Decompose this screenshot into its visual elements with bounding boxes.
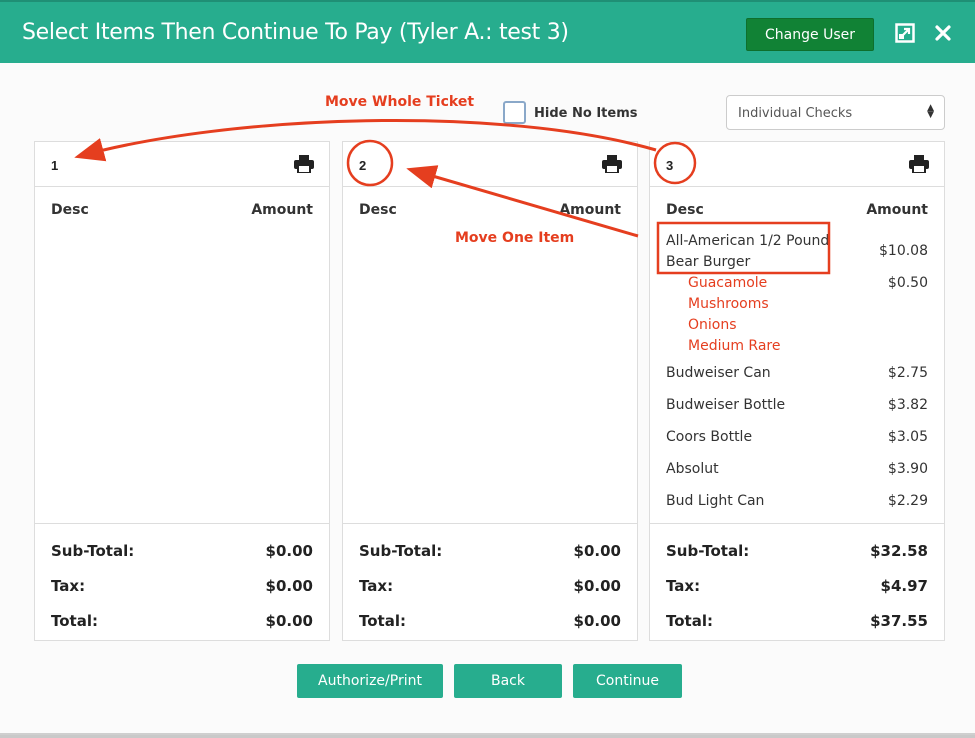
- tax-value: $4.97: [880, 577, 928, 595]
- hide-no-items-checkbox[interactable]: [503, 101, 526, 124]
- item-row[interactable]: Budweiser Bottle $3.82: [666, 397, 928, 413]
- total-value: $0.00: [573, 612, 621, 630]
- modifier-item: Mushrooms: [688, 296, 769, 312]
- move-one-item-annotation: Move One Item: [455, 230, 575, 246]
- desc-column-header: Desc: [359, 202, 397, 218]
- amount-column-header: Amount: [559, 202, 621, 218]
- item-desc: Absolut: [666, 461, 719, 477]
- change-user-button[interactable]: Change User: [746, 18, 874, 51]
- item-amount: $0.50: [887, 275, 928, 291]
- check-number: 3: [666, 158, 674, 173]
- item-desc: Budweiser Bottle: [666, 397, 786, 413]
- item-amount: $10.08: [879, 243, 928, 259]
- total-label: Total:: [51, 612, 98, 630]
- dialog-title: Select Items Then Continue To Pay (Tyler…: [22, 20, 569, 45]
- tax-row: Tax: $0.00: [51, 577, 313, 595]
- select-arrows-icon: ▲ ▼: [927, 103, 934, 120]
- modifier-item: Onions: [688, 317, 737, 333]
- check-number: 1: [51, 158, 59, 173]
- item-amount: $2.75: [887, 365, 928, 381]
- check-header: 2: [343, 142, 637, 187]
- printer-icon[interactable]: [909, 155, 929, 173]
- item-row[interactable]: All-American 1/2 Pound Bear Burger $10.0…: [666, 233, 928, 270]
- tax-label: Tax:: [666, 577, 701, 595]
- desc-column-header: Desc: [51, 202, 89, 218]
- total-row: Total: $0.00: [51, 612, 313, 630]
- amount-column-header: Amount: [866, 202, 928, 218]
- printer-icon[interactable]: [294, 155, 314, 173]
- modifier-item: Guacamole: [688, 275, 768, 291]
- check-header: 3: [650, 142, 944, 187]
- authorize-print-button[interactable]: Authorize/Print: [297, 664, 443, 698]
- back-button[interactable]: Back: [454, 664, 562, 698]
- subtotal-label: Sub-Total:: [359, 542, 443, 560]
- item-amount: $3.90: [887, 461, 928, 477]
- tax-row: Tax: $4.97: [666, 577, 928, 595]
- total-label: Total:: [359, 612, 406, 630]
- tax-row: Tax: $0.00: [359, 577, 621, 595]
- item-desc: Bud Light Can: [666, 493, 765, 509]
- item-row[interactable]: Bud Light Can $2.29: [666, 493, 928, 509]
- subtotal-label: Sub-Total:: [51, 542, 135, 560]
- desc-column-header: Desc: [666, 202, 704, 218]
- move-whole-ticket-annotation: Move Whole Ticket: [325, 94, 475, 110]
- item-row[interactable]: Coors Bottle $3.05: [666, 429, 928, 445]
- dialog-header: Select Items Then Continue To Pay (Tyler…: [0, 0, 975, 63]
- subtotal-value: $0.00: [265, 542, 313, 560]
- subtotal-row: Sub-Total: $0.00: [359, 542, 621, 560]
- item-amount: $3.05: [887, 429, 928, 445]
- tax-value: $0.00: [573, 577, 621, 595]
- check-totals: Sub-Total: $0.00 Tax: $0.00 Total: $0.00: [343, 523, 637, 642]
- check-panel-2[interactable]: 2 Desc Amount Sub-Total: $0.00 Tax: $0.00 …: [342, 141, 638, 641]
- check-panel-1[interactable]: 1 Desc Amount Sub-Total: $0.00 Tax: $0.00 …: [34, 141, 330, 641]
- split-check-dialog: Select Items Then Continue To Pay (Tyler…: [0, 0, 975, 735]
- hide-no-items-label: Hide No Items: [534, 106, 638, 121]
- total-value: $37.55: [870, 612, 928, 630]
- close-icon[interactable]: [931, 21, 955, 45]
- modifier-item: Medium Rare: [688, 338, 781, 354]
- total-row: Total: $0.00: [359, 612, 621, 630]
- item-amount: $3.82: [887, 397, 928, 413]
- subtotal-value: $0.00: [573, 542, 621, 560]
- check-totals: Sub-Total: $32.58 Tax: $4.97 Total: $37.55: [650, 523, 944, 642]
- item-row[interactable]: Budweiser Can $2.75: [666, 365, 928, 381]
- total-label: Total:: [666, 612, 713, 630]
- tax-label: Tax:: [51, 577, 86, 595]
- subtotal-row: Sub-Total: $0.00: [51, 542, 313, 560]
- amount-column-header: Amount: [251, 202, 313, 218]
- expand-icon[interactable]: [893, 21, 917, 45]
- item-desc: Budweiser Can: [666, 365, 771, 381]
- check-totals: Sub-Total: $0.00 Tax: $0.00 Total: $0.00: [35, 523, 329, 642]
- tax-label: Tax:: [359, 577, 394, 595]
- split-mode-value: Individual Checks: [738, 106, 853, 121]
- continue-button[interactable]: Continue: [573, 664, 682, 698]
- printer-icon[interactable]: [602, 155, 622, 173]
- total-value: $0.00: [265, 612, 313, 630]
- check-panel-3[interactable]: 3 Desc Amount All-American 1/2 Pound Bea…: [649, 141, 945, 641]
- item-row[interactable]: Absolut $3.90: [666, 461, 928, 477]
- tax-value: $0.00: [265, 577, 313, 595]
- check-number: 2: [359, 158, 367, 173]
- item-desc: Coors Bottle: [666, 429, 753, 445]
- split-mode-select[interactable]: Individual Checks ▲ ▼: [726, 95, 945, 130]
- subtotal-value: $32.58: [870, 542, 928, 560]
- total-row: Total: $37.55: [666, 612, 928, 630]
- subtotal-row: Sub-Total: $32.58: [666, 542, 928, 560]
- subtotal-label: Sub-Total:: [666, 542, 750, 560]
- item-amount: $2.29: [887, 493, 928, 509]
- check-header: 1: [35, 142, 329, 187]
